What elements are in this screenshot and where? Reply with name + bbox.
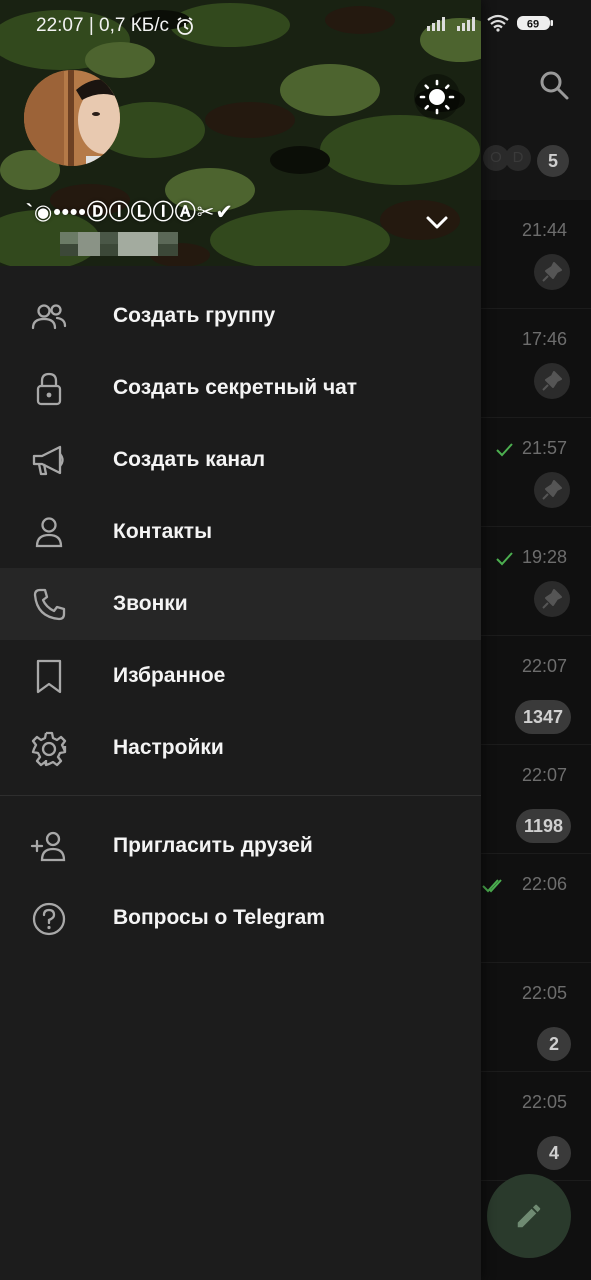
unread-badge: 4: [537, 1136, 571, 1170]
gear-icon: [31, 731, 67, 767]
avatar-photo: [24, 70, 120, 166]
wifi-icon: [487, 14, 509, 32]
story-avatar[interactable]: D: [505, 145, 531, 171]
avatar[interactable]: [24, 70, 120, 166]
bookmark-icon: [36, 659, 62, 694]
compose-button[interactable]: [487, 1174, 571, 1258]
menu-label: Создать секретный чат: [113, 376, 358, 399]
double-check-icon: [482, 879, 502, 893]
unread-badge: 1198: [515, 809, 571, 843]
navigation-drawer: 22:07 | 0,7 КБ/с `◉••••ⒹⒾⓁⒾⒶ✂✔ Создать г…: [0, 0, 481, 1280]
menu-create-secret-chat[interactable]: Создать секретный чат: [0, 352, 481, 424]
menu-invite-friends[interactable]: Пригласить друзей: [0, 810, 481, 882]
menu-telegram-faq[interactable]: Вопросы о Telegram: [0, 882, 481, 954]
chat-row[interactable]: 22:07 1198: [481, 745, 591, 854]
chat-row[interactable]: 21:57: [481, 418, 591, 527]
menu-label: Избранное: [113, 664, 226, 687]
phone-icon: [33, 588, 66, 621]
menu-label: Создать канал: [113, 448, 266, 471]
chat-time: 21:57: [521, 438, 567, 458]
pin-icon: [534, 363, 570, 399]
menu-create-channel[interactable]: Создать канал: [0, 424, 481, 496]
menu-divider: [0, 795, 481, 796]
battery-level: 69: [527, 19, 539, 31]
user-phone-redacted: [60, 232, 178, 256]
chat-time: 22:06: [521, 874, 567, 894]
chat-time: 21:44: [521, 220, 567, 240]
chat-row[interactable]: 21:44: [481, 200, 591, 309]
chat-row[interactable]: 22:05 2: [481, 963, 591, 1072]
chat-list: O D 5 21:44 17:46 21:57 19:28 22:07 1347 22:07…: [481, 0, 591, 1280]
chat-time: 22:05: [521, 1092, 567, 1112]
menu-label: Настройки: [113, 736, 224, 759]
chevron-down-icon[interactable]: [420, 208, 454, 238]
pin-icon: [534, 472, 570, 508]
menu-label: Контакты: [113, 520, 213, 543]
chat-row[interactable]: 22:05 4: [481, 1072, 591, 1181]
person-icon: [35, 517, 63, 548]
signal-icon: [457, 17, 475, 31]
alarm-icon: [177, 17, 193, 35]
chat-time: 22:05: [521, 983, 567, 1003]
drawer-header: 22:07 | 0,7 КБ/с `◉••••ⒹⒾⓁⒾⒶ✂✔: [0, 0, 481, 266]
chat-time: 17:46: [521, 329, 567, 349]
unread-badge: 2: [537, 1027, 571, 1061]
chat-row[interactable]: 22:06: [481, 854, 591, 963]
menu-saved-messages[interactable]: Избранное: [0, 640, 481, 712]
menu-label: Звонки: [113, 592, 188, 615]
search-icon[interactable]: [537, 68, 571, 102]
chat-row[interactable]: 17:46: [481, 309, 591, 418]
check-icon: [496, 443, 513, 457]
chat-row[interactable]: 22:07 1347: [481, 636, 591, 745]
chat-time: 19:28: [521, 547, 567, 567]
menu-create-group[interactable]: Создать группу: [0, 280, 481, 352]
check-icon: [496, 552, 513, 566]
status-time: 22:07 | 0,7 КБ/с: [36, 15, 170, 36]
help-icon: [32, 902, 66, 936]
sun-icon: [419, 79, 455, 115]
stories-strip[interactable]: O D 5: [481, 143, 591, 177]
user-name: `◉••••ⒹⒾⓁⒾⒶ✂✔: [26, 201, 234, 224]
group-icon: [31, 304, 67, 330]
status-bar-right: 69: [426, 14, 554, 32]
stories-count-badge: 5: [537, 145, 569, 177]
status-bar-left: 22:07 | 0,7 КБ/с: [36, 15, 195, 37]
pencil-icon: [517, 1204, 541, 1228]
menu-label: Пригласить друзей: [113, 834, 313, 857]
megaphone-icon: [32, 445, 64, 476]
pin-icon: [534, 254, 570, 290]
battery-icon: 69: [517, 16, 553, 31]
chat-time: 22:07: [521, 656, 567, 676]
chat-time: 22:07: [521, 765, 567, 785]
pin-icon: [534, 581, 570, 617]
menu-label: Вопросы о Telegram: [113, 906, 325, 929]
lock-icon: [36, 372, 62, 406]
theme-toggle-button[interactable]: [414, 74, 460, 120]
menu-contacts[interactable]: Контакты: [0, 496, 481, 568]
menu-settings[interactable]: Настройки: [0, 712, 481, 784]
signal-icon: [427, 17, 445, 31]
add-person-icon: [30, 831, 66, 862]
menu-label: Создать группу: [113, 304, 276, 327]
chat-row[interactable]: 19:28: [481, 527, 591, 636]
unread-badge: 1347: [514, 700, 571, 734]
menu-calls[interactable]: Звонки: [0, 568, 481, 640]
